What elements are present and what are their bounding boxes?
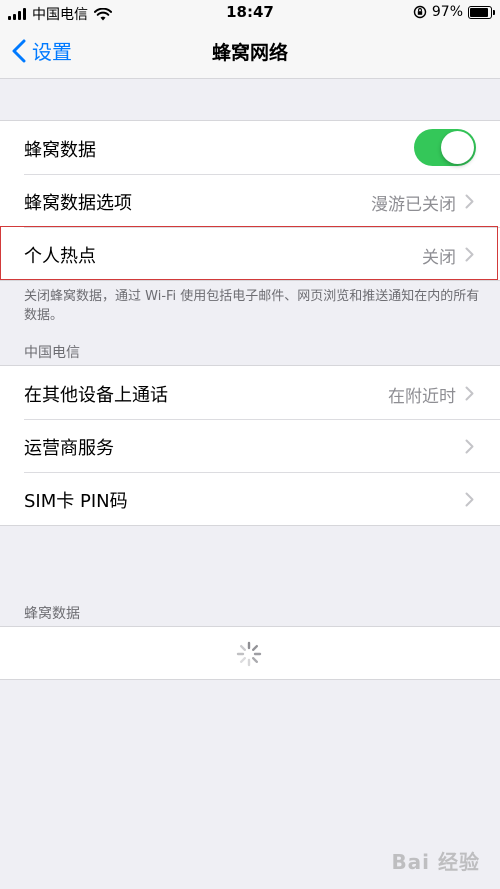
cellular-settings-group: 蜂窝数据 蜂窝数据选项 漫游已关闭 个人热点 关闭	[0, 120, 500, 281]
chevron-right-icon	[465, 492, 474, 507]
chevron-right-icon	[465, 247, 474, 262]
row-label: 运营商服务	[24, 438, 114, 459]
battery-icon	[468, 5, 495, 19]
page-title: 蜂窝网络	[211, 42, 288, 64]
loading-row	[0, 627, 500, 679]
row-cellular-data: 蜂窝数据	[0, 121, 500, 174]
carrier-settings-group: 在其他设备上通话 在附近时 运营商服务 SIM卡 PIN码	[0, 365, 500, 526]
status-right: 97%	[413, 4, 495, 20]
navigation-bar: 设置 蜂窝网络	[0, 26, 500, 79]
chevron-right-icon	[465, 439, 474, 454]
cellular-data-toggle[interactable]	[414, 129, 476, 166]
battery-percent: 97%	[431, 4, 463, 20]
row-label: 蜂窝数据选项	[24, 193, 132, 214]
row-cellular-data-options[interactable]: 蜂窝数据选项 漫游已关闭	[0, 174, 500, 227]
row-value: 漫游已关闭	[371, 195, 456, 215]
row-value: 在附近时	[388, 387, 456, 407]
watermark: Bai 经验	[391, 850, 480, 874]
row-calls-on-other-devices[interactable]: 在其他设备上通话 在附近时	[0, 366, 500, 419]
row-label: 蜂窝数据	[24, 140, 96, 161]
row-label: SIM卡 PIN码	[24, 491, 128, 512]
cellular-data-footnote: 关闭蜂窝数据，通过 Wi-Fi 使用包括电子邮件、网页浏览和推送通知在内的所有数…	[24, 289, 480, 323]
chevron-right-icon	[465, 386, 474, 401]
row-carrier-services[interactable]: 运营商服务	[0, 419, 500, 472]
loading-spinner-icon	[236, 641, 262, 667]
chevron-right-icon	[465, 194, 474, 209]
section-header-carrier: 中国电信	[24, 345, 80, 361]
row-label: 在其他设备上通话	[24, 385, 168, 406]
section-header-cellular-data: 蜂窝数据	[24, 606, 80, 622]
toggle-knob	[441, 131, 474, 164]
row-personal-hotspot[interactable]: 个人热点 关闭	[0, 227, 500, 280]
rotation-lock-icon	[413, 5, 427, 19]
row-sim-pin[interactable]: SIM卡 PIN码	[0, 472, 500, 525]
row-label: 个人热点	[24, 246, 96, 267]
row-value: 关闭	[422, 248, 456, 268]
status-bar: 中国电信 18:47 97%	[0, 0, 500, 26]
cellular-data-usage-group	[0, 626, 500, 680]
battery-level-fill	[470, 7, 488, 17]
